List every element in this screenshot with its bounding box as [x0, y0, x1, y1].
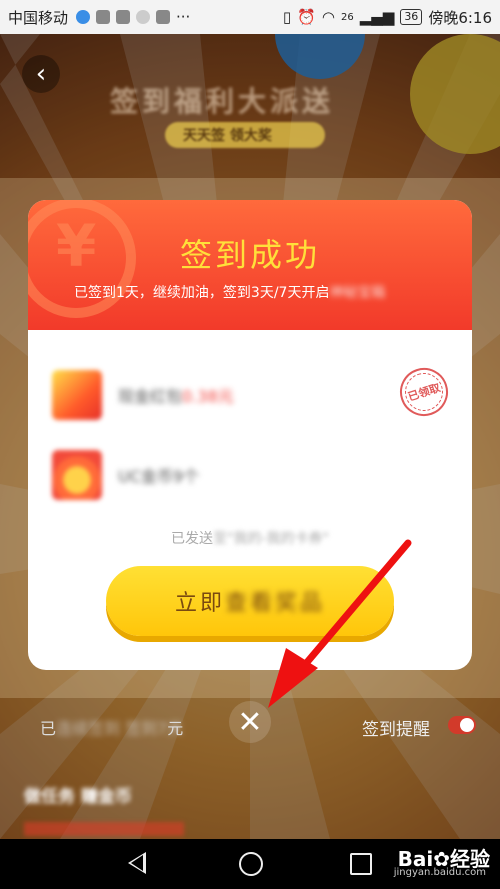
nav-home-icon[interactable] — [239, 852, 263, 876]
watermark-url: jingyan.baidu.com — [393, 867, 486, 878]
system-navigation-bar: Bai✿经验 jingyan.baidu.com — [0, 839, 500, 889]
nav-back-icon[interactable] — [128, 852, 146, 874]
annotation-arrow-icon — [268, 539, 412, 708]
nav-recents-icon[interactable] — [350, 853, 372, 875]
